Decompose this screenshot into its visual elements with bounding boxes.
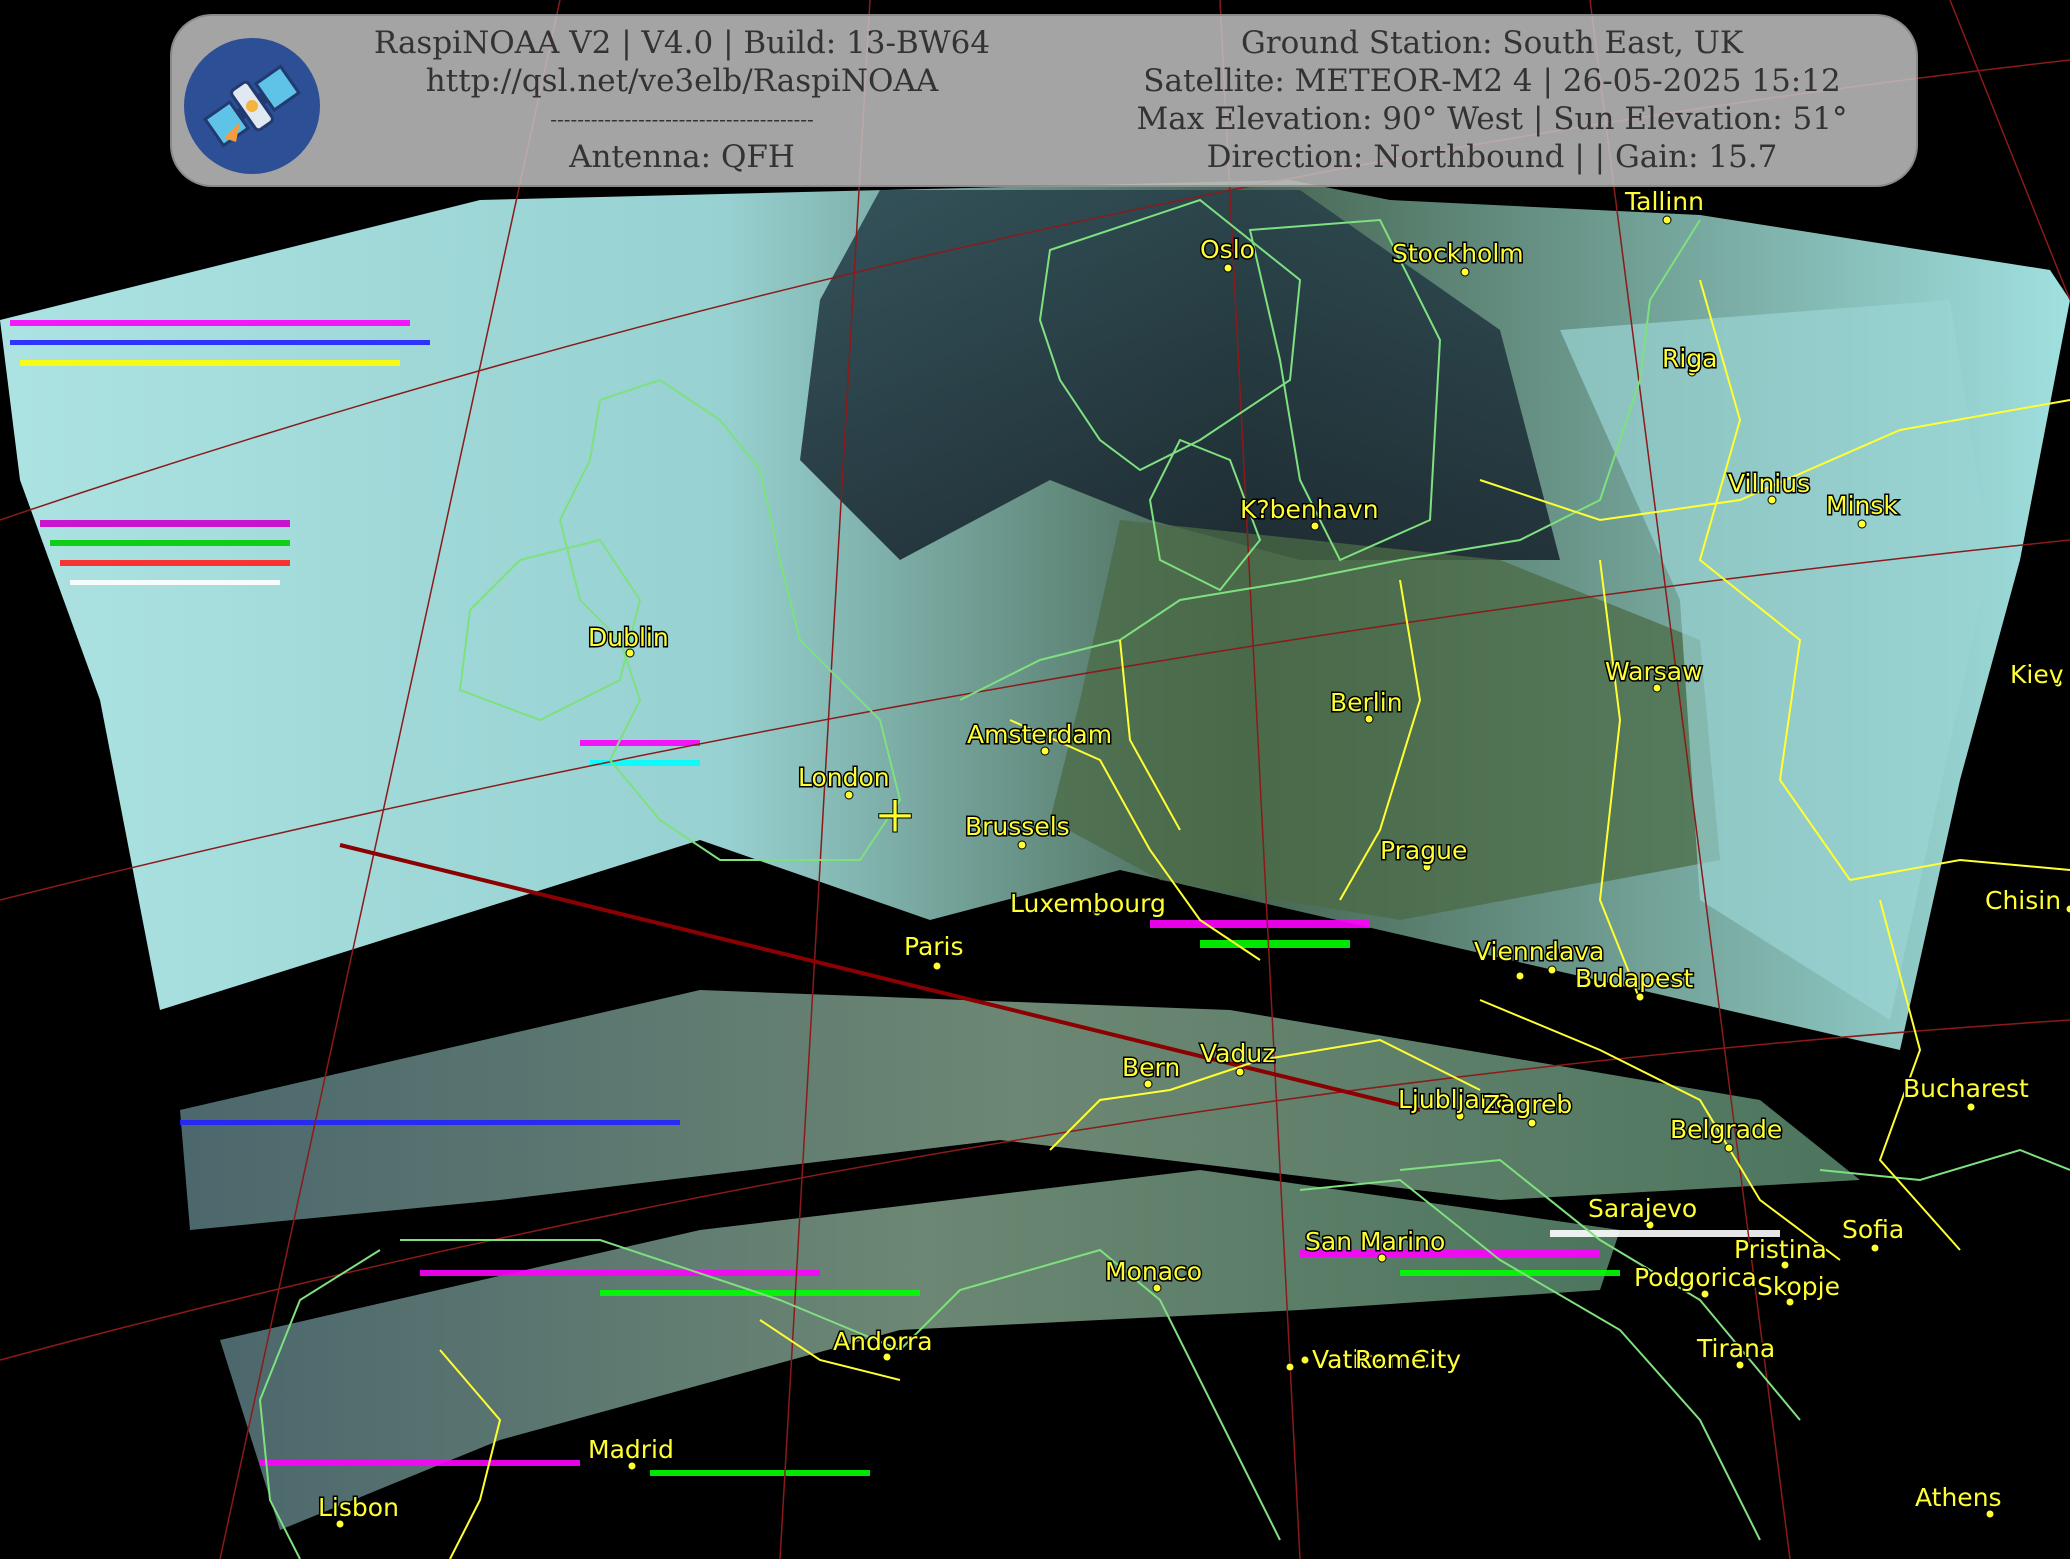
city-label: Zagreb <box>1483 1090 1572 1119</box>
city-label: lava <box>1552 937 1604 966</box>
city-label: Athens <box>1915 1483 2002 1512</box>
city-dot <box>1235 1067 1245 1077</box>
city-label: Madrid <box>588 1435 674 1464</box>
city-label: Riga <box>1662 344 1718 373</box>
city-dot <box>2065 904 2070 914</box>
city-dot <box>1223 263 1233 273</box>
city-label: Luxembourg <box>1010 889 1166 918</box>
header-build-line: RaspiNOAA V2 | V4.0 | Build: 13-BW64 <box>373 25 991 61</box>
header-satellite-line: Satellite: METEOR-M2 4 | 26-05-2025 15:1… <box>1143 63 1841 99</box>
city-label: Podgorica <box>1634 1263 1757 1292</box>
city-dot <box>844 790 854 800</box>
city-dot <box>1662 215 1672 225</box>
city-dot <box>1527 1118 1537 1128</box>
header-url-line: http://qsl.net/ve3elb/RaspiNOAA <box>425 63 939 99</box>
city-dot <box>1515 971 1525 981</box>
city-label: Dublin <box>588 623 669 652</box>
header-left-block: RaspiNOAA V2 | V4.0 | Build: 13-BW64 htt… <box>372 24 992 176</box>
city-label: Bucharest <box>1903 1074 2029 1103</box>
city-label: Vienna <box>1474 937 1560 966</box>
city-dot <box>1966 1102 1976 1112</box>
city-label: Minsk <box>1826 491 1898 520</box>
city-label: Monaco <box>1105 1257 1202 1286</box>
city-label: Prague <box>1380 836 1467 865</box>
city-label: Tallinn <box>1624 187 1704 216</box>
city-label: Belgrade <box>1670 1115 1782 1144</box>
city-dot <box>1017 840 1027 850</box>
city-label: Paris <box>904 932 964 961</box>
map-canvas: Oslo Stockholm Tallinn Riga Vilnius Minsk K?be… <box>0 0 2070 1559</box>
city-label: Oslo <box>1200 235 1255 264</box>
header-direction-line: Direction: Northbound | | Gain: 15.7 <box>1206 139 1778 175</box>
satellite-icon <box>184 38 320 174</box>
ground-station-marker: + <box>873 785 917 845</box>
city-label: Sofia <box>1842 1215 1904 1244</box>
satellite-image: Oslo Stockholm Tallinn Riga Vilnius Minsk K?be… <box>0 0 2070 1559</box>
city-label: Skopje <box>1757 1272 1840 1301</box>
city-label: Bern <box>1122 1053 1180 1082</box>
city-dot <box>1857 519 1867 529</box>
city-dot <box>1635 992 1645 1002</box>
city-label: Pristina <box>1734 1235 1827 1264</box>
city-label: Andorra <box>833 1327 933 1356</box>
header-banner: RaspiNOAA V2 | V4.0 | Build: 13-BW64 htt… <box>170 14 1918 187</box>
city-label: Budapest <box>1575 964 1693 993</box>
city-label: Tirana <box>1696 1334 1775 1363</box>
city-dot <box>1724 1143 1734 1153</box>
city-dot <box>1460 267 1470 277</box>
city-label: Chisin <box>1985 886 2061 915</box>
header-station-line: Ground Station: South East, UK <box>1241 25 1743 61</box>
header-divider-line: --------------------------------------- <box>550 107 814 131</box>
header-antenna-line: Antenna: QFH <box>569 139 795 175</box>
city-label: Warsaw <box>1605 657 1703 686</box>
city-label: Brussels <box>965 812 1070 841</box>
imagery-swath <box>0 180 2070 1530</box>
city-label: Sarajevo <box>1588 1194 1697 1223</box>
header-right-block: Ground Station: South East, UK Satellite… <box>1072 24 1912 176</box>
city-dot <box>1547 965 1557 975</box>
city-label: Lisbon <box>318 1493 399 1522</box>
city-dot <box>1300 1355 1310 1365</box>
city-label: Rome <box>1355 1345 1426 1374</box>
city-label: Kiev <box>2010 660 2064 689</box>
city-label: Vaduz <box>1200 1039 1275 1068</box>
city-label: Amsterdam <box>967 720 1112 749</box>
city-label: San Marino <box>1305 1227 1445 1256</box>
header-elevation-line: Max Elevation: 90° West | Sun Elevation:… <box>1136 101 1848 137</box>
city-label: Berlin <box>1330 688 1403 717</box>
city-label: Stockholm <box>1392 239 1524 268</box>
city-label: Vilnius <box>1728 469 1810 498</box>
city-dot <box>932 961 942 971</box>
city-label: K?benhavn <box>1240 495 1379 524</box>
city-dot <box>1870 1243 1880 1253</box>
city-dot <box>1285 1362 1295 1372</box>
